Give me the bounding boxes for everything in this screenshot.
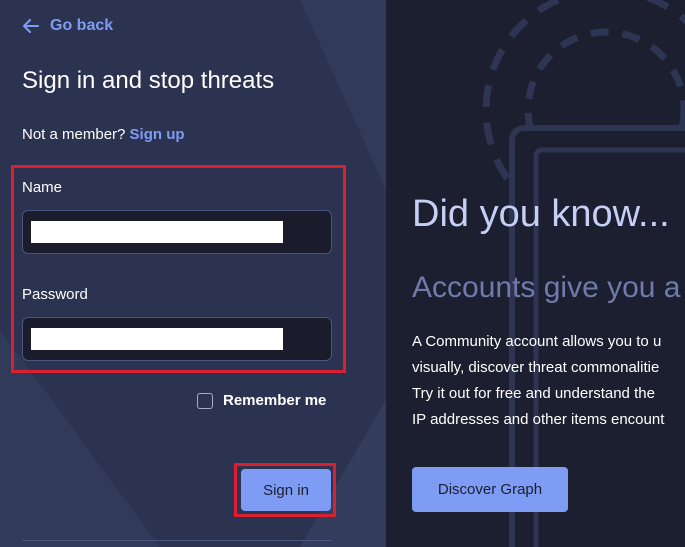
- sign-in-button[interactable]: Sign in: [241, 469, 331, 511]
- sign-up-link[interactable]: Sign up: [130, 126, 185, 143]
- description-line: Try it out for free and understand the: [412, 385, 655, 402]
- remember-me-label: Remember me: [223, 392, 327, 409]
- promo-subheading: Accounts give you a: [412, 271, 681, 304]
- not-member-text: Not a member?: [22, 126, 126, 143]
- signup-prompt: Not a member? Sign up: [22, 126, 185, 143]
- description-line: A Community account allows you to u: [412, 333, 662, 350]
- remember-me[interactable]: Remember me: [197, 392, 326, 409]
- promo-panel: Did you know... Accounts give you a A Co…: [386, 0, 685, 547]
- promo-heading: Did you know...: [412, 193, 670, 235]
- go-back-link[interactable]: Go back: [22, 14, 113, 38]
- go-back-label: Go back: [50, 17, 114, 34]
- sign-in-panel: Go back Sign in and stop threats Not a m…: [0, 0, 386, 547]
- discover-graph-button[interactable]: Discover Graph: [412, 467, 568, 512]
- divider: [22, 540, 332, 541]
- arrow-left-icon: [22, 18, 40, 34]
- page-title: Sign in and stop threats: [22, 67, 275, 94]
- credentials-highlight: [11, 165, 346, 373]
- remember-me-checkbox[interactable]: [197, 392, 213, 409]
- promo-description: A Community account allows you to u visu…: [412, 329, 664, 433]
- description-line: IP addresses and other items encount: [412, 411, 665, 428]
- description-line: visually, discover threat commonalitie: [412, 359, 660, 376]
